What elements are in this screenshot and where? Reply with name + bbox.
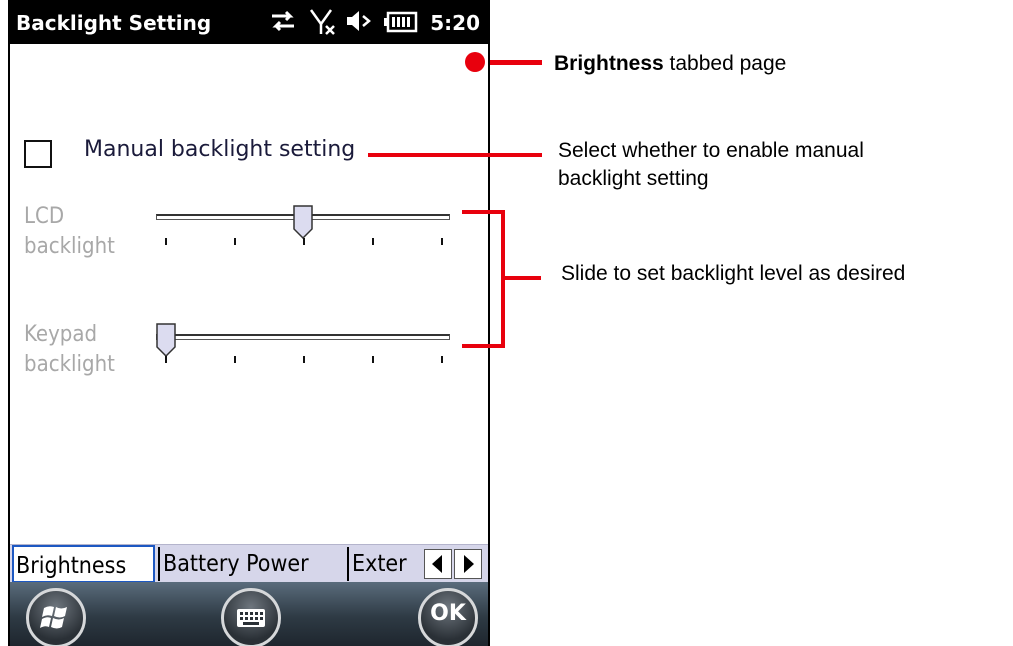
- manual-backlight-label[interactable]: Manual backlight setting: [84, 137, 355, 162]
- clock: 5:20: [430, 11, 480, 35]
- callout-line-checkbox: [368, 153, 542, 157]
- callout-slider-text: Slide to set backlight level as desired: [561, 262, 906, 285]
- slider-tick: [441, 356, 443, 363]
- callout-bracket-bottom: [462, 344, 504, 348]
- callout-line-slider: [505, 276, 541, 280]
- slider-tick: [234, 356, 236, 363]
- slider-tick: [372, 356, 374, 363]
- callout-line-tab: [490, 60, 542, 65]
- start-button[interactable]: [26, 588, 86, 646]
- callout-tab-bold: Brightness: [554, 52, 664, 75]
- slider-tick: [372, 238, 374, 245]
- keypad-slider-track[interactable]: [156, 334, 450, 340]
- tab-brightness[interactable]: Brightness: [12, 545, 155, 583]
- keyboard-icon: [237, 609, 265, 627]
- callout-bracket-top: [462, 210, 504, 214]
- lcd-label-line2: backlight: [24, 234, 115, 259]
- callout-dot: [465, 52, 485, 72]
- keypad-label-line1: Keypad: [24, 322, 98, 347]
- slider-tick: [303, 238, 305, 245]
- manual-backlight-checkbox[interactable]: [24, 140, 52, 168]
- tab-scroll-right-button[interactable]: [454, 549, 482, 579]
- callout-tab-text: Brightness tabbed page: [554, 50, 786, 77]
- tab-divider: [347, 547, 349, 581]
- tab-scroll-left-button[interactable]: [424, 549, 452, 579]
- keyboard-button[interactable]: [221, 588, 281, 646]
- right-triangle-icon: [464, 555, 474, 573]
- slider-tick: [303, 356, 305, 363]
- slider-tick: [165, 238, 167, 245]
- ok-label: OK: [430, 601, 466, 626]
- callout-checkbox-line2: backlight setting: [558, 167, 709, 190]
- left-triangle-icon: [432, 555, 442, 573]
- windows-start-icon: [40, 606, 67, 629]
- device-screen: Backlight Setting 5:20 Manual backlight …: [8, 0, 490, 646]
- tab-bar: Brightness Battery Power Exter: [10, 544, 488, 583]
- app-title: Backlight Setting: [16, 11, 212, 35]
- slider-tick: [441, 238, 443, 245]
- battery-icon[interactable]: [384, 10, 418, 38]
- no-signal-icon[interactable]: [308, 6, 338, 40]
- status-bar: Backlight Setting 5:20: [10, 0, 488, 44]
- slider-tick: [165, 356, 167, 363]
- data-sync-icon[interactable]: [268, 6, 298, 40]
- slider-tick: [234, 238, 236, 245]
- callout-checkbox-line1: Select whether to enable manual: [558, 139, 864, 162]
- soft-key-bar: OK: [10, 582, 488, 646]
- tab-external[interactable]: Exter: [350, 545, 422, 583]
- keypad-label-line2: backlight: [24, 352, 115, 377]
- speaker-muted-icon[interactable]: [344, 6, 374, 40]
- callout-tab-rest: tabbed page: [669, 52, 787, 75]
- ok-button[interactable]: OK: [418, 588, 478, 646]
- tab-battery-power[interactable]: Battery Power: [160, 545, 346, 583]
- lcd-label-line1: LCD: [24, 204, 65, 229]
